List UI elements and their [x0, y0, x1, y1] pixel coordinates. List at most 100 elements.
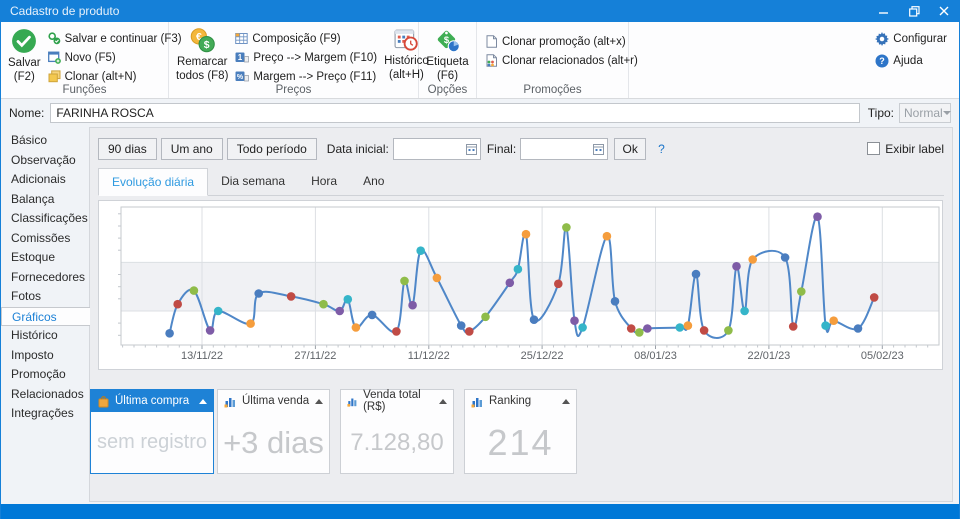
ajuda-label: Ajuda [893, 55, 922, 67]
card-title: Última venda [242, 395, 309, 407]
evolution-chart-svg: 13/11/2227/11/2211/12/2225/12/2208/01/23… [99, 201, 942, 369]
chart-controls: 90 dias Um ano Todo período Data inicial… [98, 137, 944, 160]
clonar-relacionados-button[interactable]: Clonar relacionados (alt+r) [481, 51, 642, 70]
remarcar-todos-button[interactable]: € $ Remarcar todos (F8) [173, 27, 231, 84]
close-button[interactable] [929, 0, 959, 22]
svg-text:27/11/22: 27/11/22 [294, 350, 336, 362]
clonar-promocao-button[interactable]: Clonar promoção (alt+x) [481, 32, 642, 51]
checkbox-icon [867, 142, 880, 155]
history-calendar-icon [394, 28, 418, 52]
configurar-label: Configurar [893, 33, 947, 45]
salvar-label: Salvar [8, 57, 41, 69]
card-ultima-compra-header[interactable]: Última compra [91, 390, 213, 412]
app-window: Cadastro de produto Salvar (F2) [0, 0, 960, 519]
clonar-promocao-label: Clonar promoção (alt+x) [502, 36, 626, 48]
ajuda-button[interactable]: ? Ajuda [871, 51, 951, 70]
bar-chart-icon [224, 395, 237, 408]
ribbon-group-funcoes: Salvar (F2) Salvar e continuar (F3) [1, 22, 169, 98]
configurar-button[interactable]: Configurar [871, 29, 951, 48]
price-tag-icon: $ [435, 28, 460, 53]
sidebar-item-promocao[interactable]: Promoção [1, 365, 89, 385]
salvar-continuar-button[interactable]: Salvar e continuar (F3) [44, 29, 186, 48]
range-todo-periodo-button[interactable]: Todo período [227, 138, 317, 160]
tipo-value: Normal [904, 106, 943, 120]
svg-text:25/12/22: 25/12/22 [521, 350, 564, 362]
group-label-promocoes: Promoções [477, 84, 628, 96]
tab-ano[interactable]: Ano [350, 168, 397, 195]
composicao-label: Composição (F9) [252, 33, 340, 45]
restore-icon [909, 6, 920, 17]
card-venda-total-header[interactable]: Venda total (R$) [341, 390, 453, 412]
clonar-label: Clonar (alt+N) [65, 71, 137, 83]
clonar-relacionados-label: Clonar relacionados (alt+r) [502, 55, 638, 67]
data-inicial-label: Data inicial: [327, 142, 389, 156]
preco-margem-button[interactable]: 1 Preço --> Margem (F10) [231, 48, 381, 67]
card-title: Venda total (R$) [363, 389, 434, 413]
tab-hora[interactable]: Hora [298, 168, 350, 195]
card-ultima-venda-header[interactable]: Última venda [218, 390, 329, 412]
sidebar-item-balanca[interactable]: Balança [1, 190, 89, 210]
ribbon-group-opcoes: $ Etiqueta (F6) Opções [419, 22, 477, 98]
svg-text:1: 1 [238, 53, 243, 62]
svg-text:$: $ [203, 40, 209, 51]
range-um-ano-button[interactable]: Um ano [161, 138, 223, 160]
group-label-funcoes: Funções [1, 84, 168, 96]
sidebar-item-imposto[interactable]: Imposto [1, 346, 89, 366]
etiqueta-label: Etiqueta [426, 56, 468, 68]
ranking-value: 214 [487, 422, 553, 464]
ultima-venda-value: +3 dias [223, 425, 324, 461]
nome-input[interactable] [50, 103, 859, 123]
preco-margem-label: Preço --> Margem (F10) [253, 52, 377, 64]
clone-promo-doc-icon [485, 35, 498, 48]
sidebar-item-graficos[interactable]: Gráficos [1, 307, 90, 327]
ribbon-group-precos: € $ Remarcar todos (F8) Composição (F9) [169, 22, 419, 98]
sidebar-item-basico[interactable]: Básico [1, 131, 89, 151]
card-ranking: Ranking 214 [464, 389, 577, 474]
sidebar-item-comissoes[interactable]: Comissões [1, 229, 89, 249]
ok-button[interactable]: Ok [614, 138, 646, 160]
composition-table-icon [235, 32, 248, 45]
card-ultima-venda: Última venda +3 dias [217, 389, 330, 474]
restore-button[interactable] [899, 0, 929, 22]
tipo-select[interactable]: Normal [899, 103, 951, 123]
tipo-label: Tipo: [868, 106, 894, 120]
help-link[interactable]: ? [658, 142, 665, 156]
sidebar-item-adicionais[interactable]: Adicionais [1, 170, 89, 190]
sidebar-item-integracoes[interactable]: Integrações [1, 404, 89, 424]
tab-evolucao-diaria[interactable]: Evolução diária [98, 168, 208, 196]
sidebar-item-fotos[interactable]: Fotos [1, 287, 89, 307]
save-icon [11, 28, 37, 54]
novo-button[interactable]: Novo (F5) [44, 48, 186, 67]
bar-chart-icon [471, 395, 484, 408]
range-90-dias-button[interactable]: 90 dias [98, 138, 157, 160]
svg-text:22/01/23: 22/01/23 [747, 350, 790, 362]
chevron-down-icon [943, 111, 951, 115]
end-date-input[interactable] [520, 138, 608, 160]
etiqueta-button[interactable]: $ Etiqueta (F6) [423, 27, 471, 84]
window-title: Cadastro de produto [1, 4, 869, 18]
tab-dia-semana[interactable]: Dia semana [208, 168, 298, 195]
ribbon-toolbar: Salvar (F2) Salvar e continuar (F3) [1, 22, 959, 99]
svg-text:05/02/23: 05/02/23 [861, 350, 904, 362]
ultima-compra-value: sem registro [97, 431, 207, 454]
group-label-opcoes: Opções [419, 84, 476, 96]
price-to-margin-icon: 1 [235, 51, 249, 64]
sidebar-item-relacionados[interactable]: Relacionados [1, 385, 89, 405]
collapse-icon [562, 399, 570, 404]
composicao-button[interactable]: Composição (F9) [231, 29, 381, 48]
sidebar-item-historico[interactable]: Histórico [1, 326, 89, 346]
card-ranking-header[interactable]: Ranking [465, 390, 576, 412]
sidebar-item-fornecedores[interactable]: Fornecedores [1, 268, 89, 288]
group-label-precos: Preços [169, 84, 418, 96]
start-date-input[interactable] [393, 138, 481, 160]
sidebar-item-estoque[interactable]: Estoque [1, 248, 89, 268]
save-continue-icon [48, 32, 61, 45]
gear-icon [875, 32, 889, 46]
collapse-icon [315, 399, 323, 404]
sidebar-item-classificacoes[interactable]: Classificações [1, 209, 89, 229]
minimize-button[interactable] [869, 0, 899, 22]
salvar-button[interactable]: Salvar (F2) [5, 27, 44, 85]
exibir-label-checkbox[interactable]: Exibir label [867, 142, 944, 156]
calendar-icon [466, 143, 477, 155]
sidebar-item-observacao[interactable]: Observação [1, 151, 89, 171]
